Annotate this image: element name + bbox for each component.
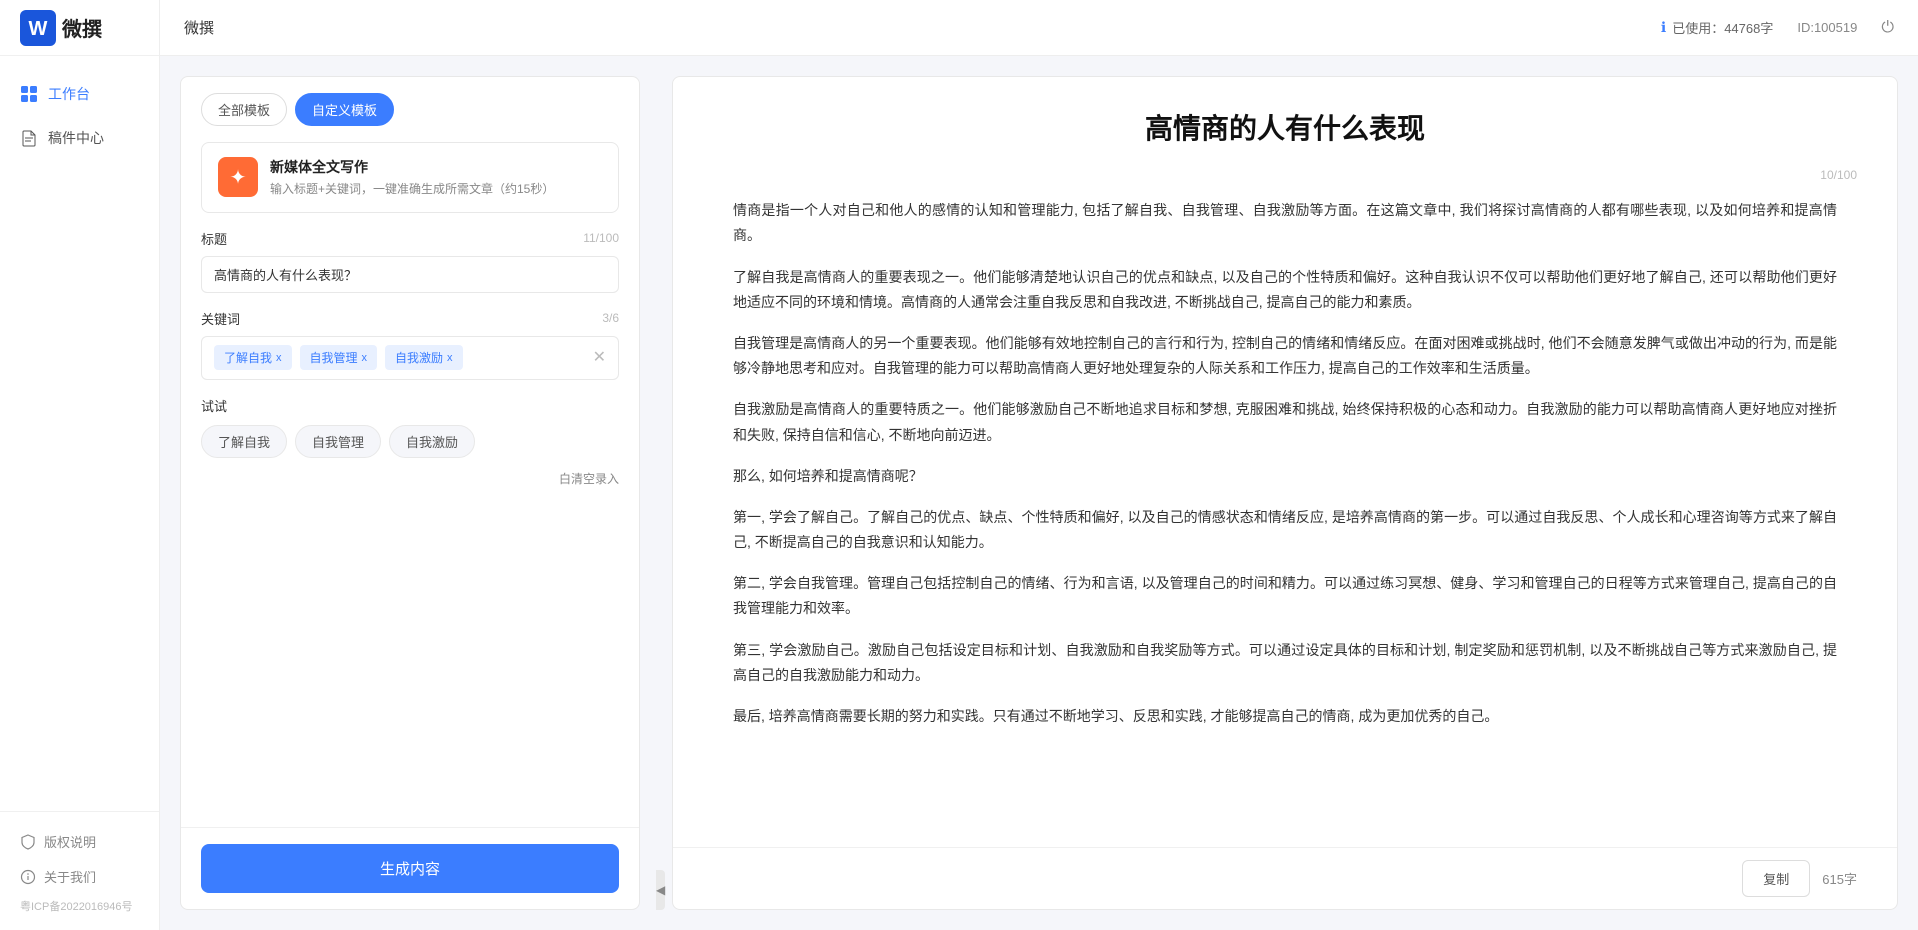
- paragraph-8: 第三, 学会激励自己。激励自己包括设定目标和计划、自我激励和自我奖励等方式。可以…: [733, 638, 1837, 688]
- shield-icon: [20, 834, 36, 850]
- sidebar-nav: 工作台 稿件中心: [0, 56, 159, 811]
- top-bar-right: ℹ 已使用：44768字 ID:100519 ⏻: [1661, 18, 1894, 37]
- paragraph-9: 最后, 培养高情商需要长期的努力和实践。只有通过不断地学习、反思和实践, 才能够…: [733, 704, 1837, 729]
- file-icon: [20, 129, 38, 147]
- clear-all-link[interactable]: 白清空录入: [201, 470, 619, 487]
- paragraph-1: 情商是指一个人对自己和他人的感情的认知和管理能力, 包括了解自我、自我管理、自我…: [733, 198, 1837, 248]
- paragraph-3: 自我管理是高情商人的另一个重要表现。他们能够有效地控制自己的言行和行为, 控制自…: [733, 331, 1837, 381]
- right-panel: 高情商的人有什么表现 10/100 情商是指一个人对自己和他人的感情的认知和管理…: [672, 76, 1898, 910]
- template-desc: 输入标题+关键词，一键准确生成所需文章（约15秒）: [270, 181, 602, 198]
- tab-all-templates[interactable]: 全部模板: [201, 93, 287, 126]
- suggestions-label: 试试: [201, 396, 619, 415]
- svg-text:W: W: [29, 18, 48, 40]
- content-area: 全部模板 自定义模板 ✦ 新媒体全文写作 输入标题+关键词，一键准确生成所需文章…: [160, 56, 1918, 930]
- user-id: ID:100519: [1797, 20, 1857, 35]
- collapse-arrow[interactable]: ◀: [656, 870, 665, 910]
- logo-icon: W: [20, 10, 56, 46]
- main-area: 微撰 ℹ 已使用：44768字 ID:100519 ⏻ 全部模板 自定义模板 ✦…: [160, 0, 1918, 930]
- nav-label-workbench: 工作台: [48, 84, 90, 104]
- keywords-counter: 3/6: [602, 311, 619, 325]
- sidebar-item-workbench[interactable]: 工作台: [0, 72, 159, 116]
- logo-text: 微撰: [62, 13, 102, 42]
- suggestion-chip-1[interactable]: 了解自我: [201, 425, 287, 458]
- article-title: 高情商的人有什么表现: [733, 109, 1837, 148]
- remove-keyword-1[interactable]: x: [276, 352, 282, 364]
- keyword-tag-2[interactable]: 自我管理 x: [300, 345, 378, 370]
- word-count: 615字: [1822, 869, 1857, 888]
- footer-item-copyright[interactable]: 版权说明: [0, 824, 159, 859]
- grid-icon: [20, 85, 38, 103]
- article-footer: 复制 615字: [673, 847, 1897, 909]
- template-name: 新媒体全文写作: [270, 157, 602, 177]
- footer-label-about: 关于我们: [44, 867, 96, 886]
- generate-button[interactable]: 生成内容: [201, 844, 619, 893]
- paragraph-6: 第一, 学会了解自己。了解自己的优点、缺点、个性特质和偏好, 以及自己的情感状态…: [733, 505, 1837, 555]
- remove-keyword-2[interactable]: x: [362, 352, 368, 364]
- panel-footer: 生成内容: [181, 827, 639, 909]
- keyword-label-2: 自我管理: [310, 349, 358, 366]
- keywords-section: 关键词 3/6 了解自我 x 自我管理 x 自我激励: [201, 309, 619, 380]
- paragraph-2: 了解自我是高情商人的重要表现之一。他们能够清楚地认识自己的优点和缺点, 以及自己…: [733, 265, 1837, 315]
- tab-custom-templates[interactable]: 自定义模板: [295, 93, 394, 126]
- suggestion-chip-2[interactable]: 自我管理: [295, 425, 381, 458]
- nav-label-drafts: 稿件中心: [48, 128, 104, 148]
- title-label: 标题: [201, 229, 227, 248]
- footer-item-about[interactable]: 关于我们: [0, 859, 159, 894]
- article-content: 情商是指一个人对自己和他人的感情的认知和管理能力, 包括了解自我、自我管理、自我…: [673, 182, 1897, 847]
- page-indicator: 10/100: [673, 164, 1897, 182]
- left-panel: 全部模板 自定义模板 ✦ 新媒体全文写作 输入标题+关键词，一键准确生成所需文章…: [180, 76, 640, 910]
- footer-label-copyright: 版权说明: [44, 832, 96, 851]
- remove-keyword-3[interactable]: x: [447, 352, 453, 364]
- template-icon: ✦: [218, 157, 258, 197]
- suggestion-chip-3[interactable]: 自我激励: [389, 425, 475, 458]
- logo-area: W 微撰: [0, 0, 159, 56]
- top-bar: 微撰 ℹ 已使用：44768字 ID:100519 ⏻: [160, 0, 1918, 56]
- copy-button[interactable]: 复制: [1742, 860, 1810, 897]
- page-title: 微撰: [184, 17, 214, 38]
- keyword-label-3: 自我激励: [395, 349, 443, 366]
- keywords-box: 了解自我 x 自我管理 x 自我激励 x ✕: [201, 336, 619, 380]
- paragraph-4: 自我激励是高情商人的重要特质之一。他们能够激励自己不断地追求目标和梦想, 克服困…: [733, 397, 1837, 447]
- suggestion-chips: 了解自我 自我管理 自我激励: [201, 425, 619, 458]
- keywords-label: 关键词: [201, 309, 240, 328]
- suggestions-section: 试试 了解自我 自我管理 自我激励 白清空录入: [201, 396, 619, 487]
- form-section: 标题 11/100 关键词 3/6 了解自我 x: [181, 213, 639, 827]
- sidebar-footer: 版权说明 关于我们 粤ICP备2022016946号: [0, 811, 159, 930]
- paragraph-5: 那么, 如何培养和提高情商呢？: [733, 464, 1837, 489]
- title-input[interactable]: [201, 256, 619, 293]
- sidebar-item-drafts[interactable]: 稿件中心: [0, 116, 159, 160]
- title-counter: 11/100: [583, 231, 619, 245]
- sidebar: W 微撰 工作台 稿件中心: [0, 0, 160, 930]
- usage-label: 已使用：44768字: [1672, 18, 1773, 37]
- power-icon[interactable]: ⏻: [1881, 19, 1894, 37]
- keywords-label-row: 关键词 3/6: [201, 309, 619, 328]
- keyword-tag-3[interactable]: 自我激励 x: [385, 345, 463, 370]
- keyword-tag-1[interactable]: 了解自我 x: [214, 345, 292, 370]
- clear-keywords-btn[interactable]: ✕: [593, 350, 606, 366]
- info-circle-icon: [20, 869, 36, 885]
- title-label-row: 标题 11/100: [201, 229, 619, 248]
- icp-text: 粤ICP备2022016946号: [0, 894, 159, 922]
- usage-info: ℹ 已使用：44768字: [1661, 18, 1773, 37]
- template-info: 新媒体全文写作 输入标题+关键词，一键准确生成所需文章（约15秒）: [270, 157, 602, 198]
- usage-icon: ℹ: [1661, 19, 1666, 36]
- keyword-label-1: 了解自我: [224, 349, 272, 366]
- template-card[interactable]: ✦ 新媒体全文写作 输入标题+关键词，一键准确生成所需文章（约15秒）: [201, 142, 619, 213]
- article-header: 高情商的人有什么表现: [673, 77, 1897, 164]
- panel-tabs: 全部模板 自定义模板: [181, 77, 639, 126]
- paragraph-7: 第二, 学会自我管理。管理自己包括控制自己的情绪、行为和言语, 以及管理自己的时…: [733, 571, 1837, 621]
